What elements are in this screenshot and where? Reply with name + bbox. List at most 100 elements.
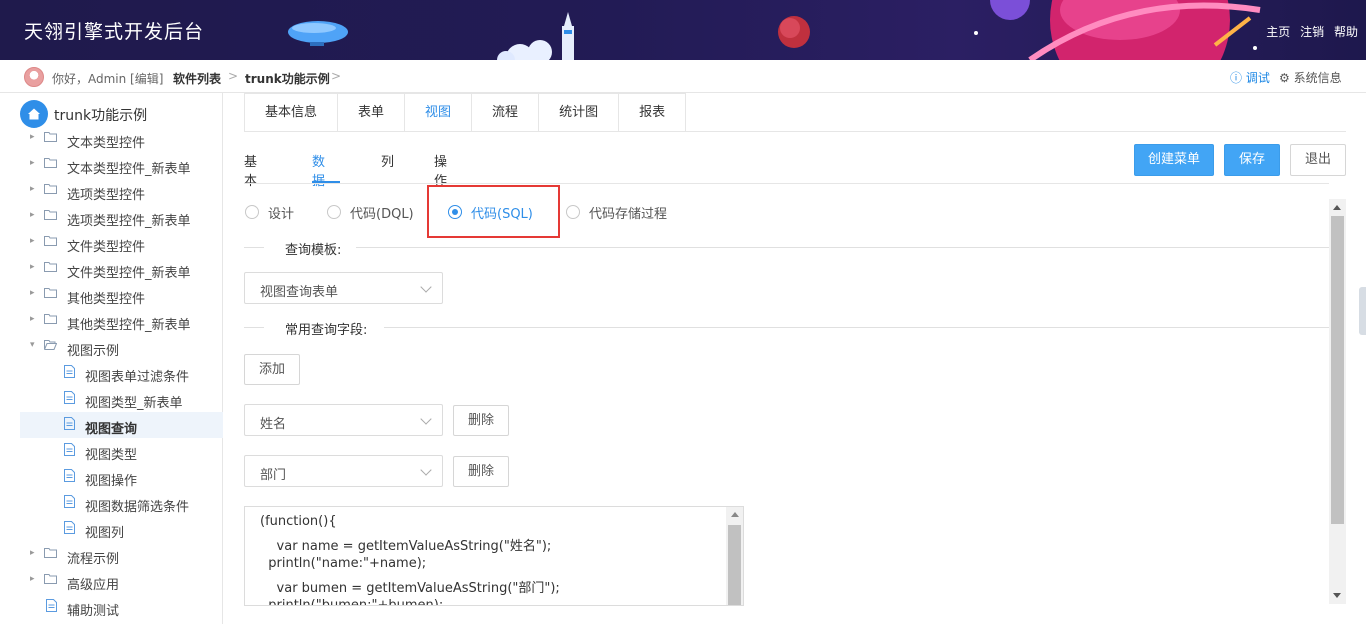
common-fields-title: 常用查询字段: bbox=[285, 323, 368, 338]
help-link[interactable]: 帮助 bbox=[1334, 25, 1358, 39]
sidebar-item[interactable]: ▸ 文件类型控件_新表单 bbox=[20, 256, 223, 282]
tab-chart[interactable]: 统计图 bbox=[539, 94, 620, 132]
field-select-department[interactable]: 部门 bbox=[244, 455, 443, 487]
caret-right-icon[interactable]: ▸ bbox=[30, 548, 35, 558]
app-title: 天翎引擎式开发后台 bbox=[24, 21, 205, 43]
sidebar-item[interactable]: 视图数据筛选条件 bbox=[20, 490, 223, 516]
scroll-up-icon[interactable] bbox=[731, 512, 739, 517]
sidebar-item[interactable]: ▸ 选项类型控件_新表单 bbox=[20, 204, 223, 230]
caret-right-icon[interactable]: ▸ bbox=[30, 158, 35, 168]
system-info-link[interactable]: ⚙ 系统信息 bbox=[1279, 69, 1342, 86]
divider bbox=[384, 327, 1329, 328]
sidebar-item[interactable]: ▸ 文本类型控件_新表单 bbox=[20, 152, 223, 178]
folder-icon bbox=[44, 261, 57, 272]
query-template-select[interactable]: 视图查询表单 bbox=[244, 272, 443, 304]
sidebar-item[interactable]: 视图类型 bbox=[20, 438, 223, 464]
delete-field-button[interactable]: 删除 bbox=[453, 405, 509, 436]
divider bbox=[244, 247, 264, 248]
divider bbox=[356, 247, 1329, 248]
tab-report[interactable]: 报表 bbox=[619, 94, 686, 132]
subtabs-divider bbox=[244, 183, 1329, 184]
sidebar-item[interactable]: 视图表单过滤条件 bbox=[20, 360, 223, 386]
folder-icon bbox=[44, 313, 57, 324]
sidebar-item[interactable]: ▸ 选项类型控件 bbox=[20, 178, 223, 204]
banner-artwork bbox=[288, 0, 1261, 60]
tabs-divider bbox=[244, 131, 1346, 132]
tab-flow[interactable]: 流程 bbox=[472, 94, 540, 132]
sidebar-item[interactable]: 视图操作 bbox=[20, 464, 223, 490]
tab-view[interactable]: 视图 bbox=[405, 94, 473, 132]
sidebar-item[interactable]: 辅助测试 bbox=[20, 594, 223, 620]
radio-circle bbox=[566, 205, 580, 219]
tab-basic-info[interactable]: 基本信息 bbox=[245, 94, 339, 132]
folder-icon bbox=[44, 547, 57, 558]
query-template-title: 查询模板: bbox=[285, 243, 342, 258]
sidebar-item-label: 视图类型 bbox=[85, 448, 138, 463]
scroll-up-icon[interactable] bbox=[1333, 205, 1341, 210]
document-icon bbox=[64, 417, 77, 430]
exit-button[interactable]: 退出 bbox=[1290, 144, 1346, 176]
sidebar-item-label: 文件类型控件 bbox=[67, 240, 146, 255]
select-value: 视图查询表单 bbox=[260, 285, 339, 300]
sidebar-item[interactable]: ▸ 文件类型控件 bbox=[20, 230, 223, 256]
sidebar-item-label: 视图数据筛选条件 bbox=[85, 500, 190, 515]
delete-field-button[interactable]: 删除 bbox=[453, 456, 509, 487]
main-scrollbar[interactable] bbox=[1329, 199, 1346, 604]
code-editor[interactable]: (function(){ var name = getItemValueAsSt… bbox=[244, 506, 744, 606]
field-select-name[interactable]: 姓名 bbox=[244, 404, 443, 436]
sidebar-item-label: 其他类型控件_新表单 bbox=[67, 318, 191, 333]
sidebar-item-label: 其他类型控件 bbox=[67, 292, 146, 307]
debug-link[interactable]: ⓘ 调试 bbox=[1230, 69, 1270, 86]
document-icon bbox=[46, 599, 59, 612]
caret-right-icon[interactable]: ▸ bbox=[30, 574, 35, 584]
scroll-thumb[interactable] bbox=[1331, 216, 1344, 524]
scroll-down-icon[interactable] bbox=[1333, 593, 1341, 598]
avatar[interactable] bbox=[24, 67, 44, 87]
save-button[interactable]: 保存 bbox=[1224, 144, 1280, 176]
breadcrumb-trunk-demo[interactable]: trunk功能示例 bbox=[245, 70, 330, 87]
collapse-handle[interactable] bbox=[1359, 287, 1366, 335]
caret-right-icon[interactable]: ▸ bbox=[30, 132, 35, 142]
sidebar-item[interactable]: ▸ 流程示例 bbox=[20, 542, 223, 568]
radio-label: 代码存储过程 bbox=[589, 207, 668, 222]
tab-form[interactable]: 表单 bbox=[338, 94, 406, 132]
caret-right-icon[interactable]: ▸ bbox=[30, 210, 35, 220]
home-icon bbox=[20, 100, 48, 128]
chevron-right-icon: > bbox=[228, 69, 239, 83]
user-greeting[interactable]: 你好，Admin [编辑] bbox=[52, 70, 163, 87]
scroll-thumb[interactable] bbox=[728, 525, 741, 605]
radio-label: 设计 bbox=[268, 207, 295, 222]
chevron-down-icon bbox=[420, 413, 432, 425]
sidebar-item[interactable]: 视图类型_新表单 bbox=[20, 386, 223, 412]
sidebar-item[interactable]: ▾ 视图示例 bbox=[20, 334, 223, 360]
caret-right-icon[interactable]: ▸ bbox=[30, 184, 35, 194]
caret-right-icon[interactable]: ▸ bbox=[30, 288, 35, 298]
sidebar-item[interactable]: ▸ 其他类型控件 bbox=[20, 282, 223, 308]
sidebar-item[interactable]: ▸ 高级应用 bbox=[20, 568, 223, 594]
code-scrollbar[interactable] bbox=[726, 507, 743, 605]
document-icon bbox=[64, 443, 77, 456]
tree-root[interactable]: trunk功能示例 bbox=[20, 100, 220, 128]
add-field-button[interactable]: 添加 bbox=[244, 354, 300, 385]
subtab-columns[interactable]: 列 bbox=[381, 151, 394, 170]
sidebar-item-label: 选项类型控件 bbox=[67, 188, 146, 203]
create-menu-button[interactable]: 创建菜单 bbox=[1134, 144, 1214, 176]
caret-right-icon[interactable]: ▸ bbox=[30, 236, 35, 246]
home-link[interactable]: 主页 bbox=[1266, 25, 1290, 39]
sidebar-item[interactable]: 视图查询 bbox=[20, 412, 223, 438]
logout-link[interactable]: 注销 bbox=[1300, 25, 1324, 39]
caret-right-icon[interactable]: ▸ bbox=[30, 262, 35, 272]
folder-icon bbox=[44, 209, 57, 220]
sidebar-item[interactable]: 视图列 bbox=[20, 516, 223, 542]
caret-down-icon[interactable]: ▾ bbox=[30, 340, 35, 350]
breadcrumb-software-list[interactable]: 软件列表 bbox=[173, 70, 221, 87]
radio-label: 代码(DQL) bbox=[350, 207, 414, 222]
sidebar-item-label: 文件类型控件_新表单 bbox=[67, 266, 191, 281]
top-links: 主页 注销 帮助 bbox=[1260, 23, 1358, 40]
sidebar-item[interactable]: ▸ 其他类型控件_新表单 bbox=[20, 308, 223, 334]
caret-right-icon[interactable]: ▸ bbox=[30, 314, 35, 324]
sidebar-item[interactable]: ▸ 文本类型控件 bbox=[20, 126, 223, 152]
sidebar-item-label: 视图列 bbox=[85, 526, 125, 541]
radio-circle bbox=[245, 205, 259, 219]
code-line: println("name:"+name); bbox=[260, 556, 427, 571]
